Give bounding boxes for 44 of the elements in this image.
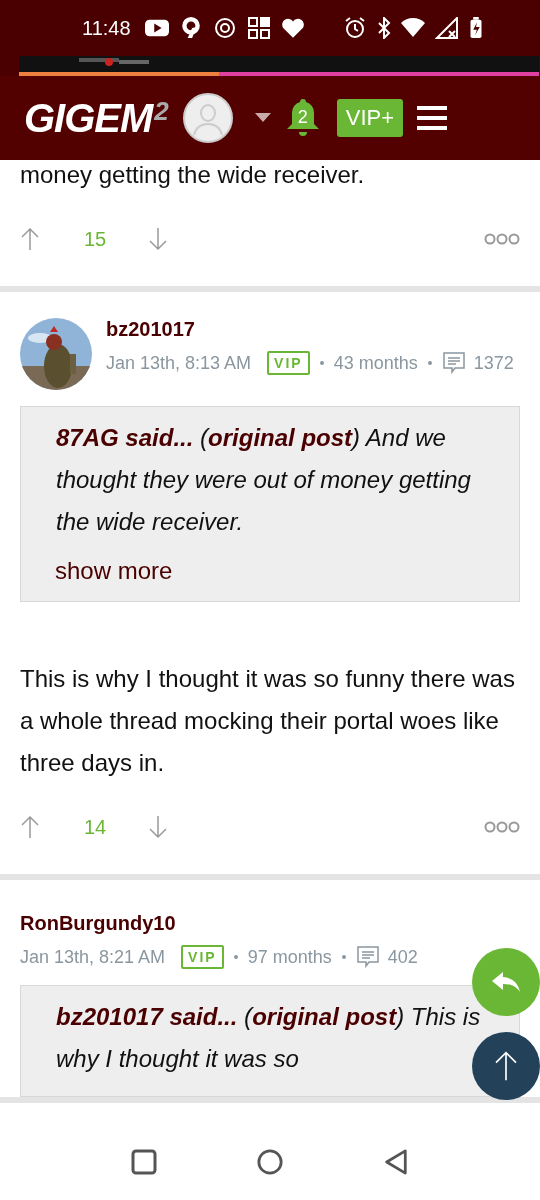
vip-badge: VIP xyxy=(267,351,310,375)
bluetooth-icon xyxy=(376,17,391,39)
quoted-text: 87AG said... (original post) And we thought they were out of money getting the wide receiver. xyxy=(56,423,472,537)
upvote-arrow-icon[interactable] xyxy=(20,227,40,251)
home-icon[interactable] xyxy=(257,1149,283,1175)
avatar-icon[interactable] xyxy=(182,93,233,143)
wifi-icon xyxy=(400,17,425,39)
member-tenure: 97 months xyxy=(247,946,332,968)
clock-time: 11:48 xyxy=(82,16,131,40)
post-count: 402 xyxy=(387,946,418,968)
downvote-arrow-icon[interactable] xyxy=(148,815,169,839)
upvote-arrow-icon[interactable] xyxy=(20,815,40,839)
grid-icon xyxy=(246,17,271,39)
more-options-icon[interactable] xyxy=(484,233,520,245)
signal-icon xyxy=(434,17,459,39)
post-text: This is why I thought it was so funny there was a whole thread mocking their portal woes like three days in. xyxy=(20,664,516,778)
vote-count: 15 xyxy=(84,227,107,251)
author-name[interactable]: RonBurgundy10 xyxy=(20,912,176,935)
caret-icon[interactable] xyxy=(254,113,271,123)
separator-dot xyxy=(341,955,346,959)
member-tenure: 43 months xyxy=(333,352,418,374)
separator-dot xyxy=(233,955,238,959)
more-options-icon[interactable] xyxy=(484,821,520,833)
recents-icon[interactable] xyxy=(131,1149,157,1175)
separator-dot xyxy=(319,361,324,365)
downvote-arrow-icon[interactable] xyxy=(148,227,169,251)
comment-icon xyxy=(355,945,380,969)
vip-badge: VIP xyxy=(181,945,224,969)
author-name[interactable]: bz201017 xyxy=(106,318,195,341)
notification-count: 2 xyxy=(296,107,309,128)
post-date: Jan 13th, 8:13 AM xyxy=(106,352,252,374)
post-text: money getting the wide receiver. xyxy=(20,160,366,190)
back-icon[interactable] xyxy=(383,1149,409,1175)
vote-count: 14 xyxy=(84,815,107,839)
heart-icon xyxy=(280,17,305,39)
post-date: Jan 13th, 8:21 AM xyxy=(20,946,166,968)
comment-icon xyxy=(441,351,466,375)
menu-icon[interactable] xyxy=(417,106,448,130)
play-icon xyxy=(144,17,169,39)
battery-icon xyxy=(468,17,483,39)
quoted-text: bz201017 said... (original post) This is why I thought it was so xyxy=(56,1002,482,1074)
separator-dot xyxy=(427,361,432,365)
post-count: 1372 xyxy=(473,352,514,374)
show-more-link[interactable]: show more xyxy=(55,557,173,585)
